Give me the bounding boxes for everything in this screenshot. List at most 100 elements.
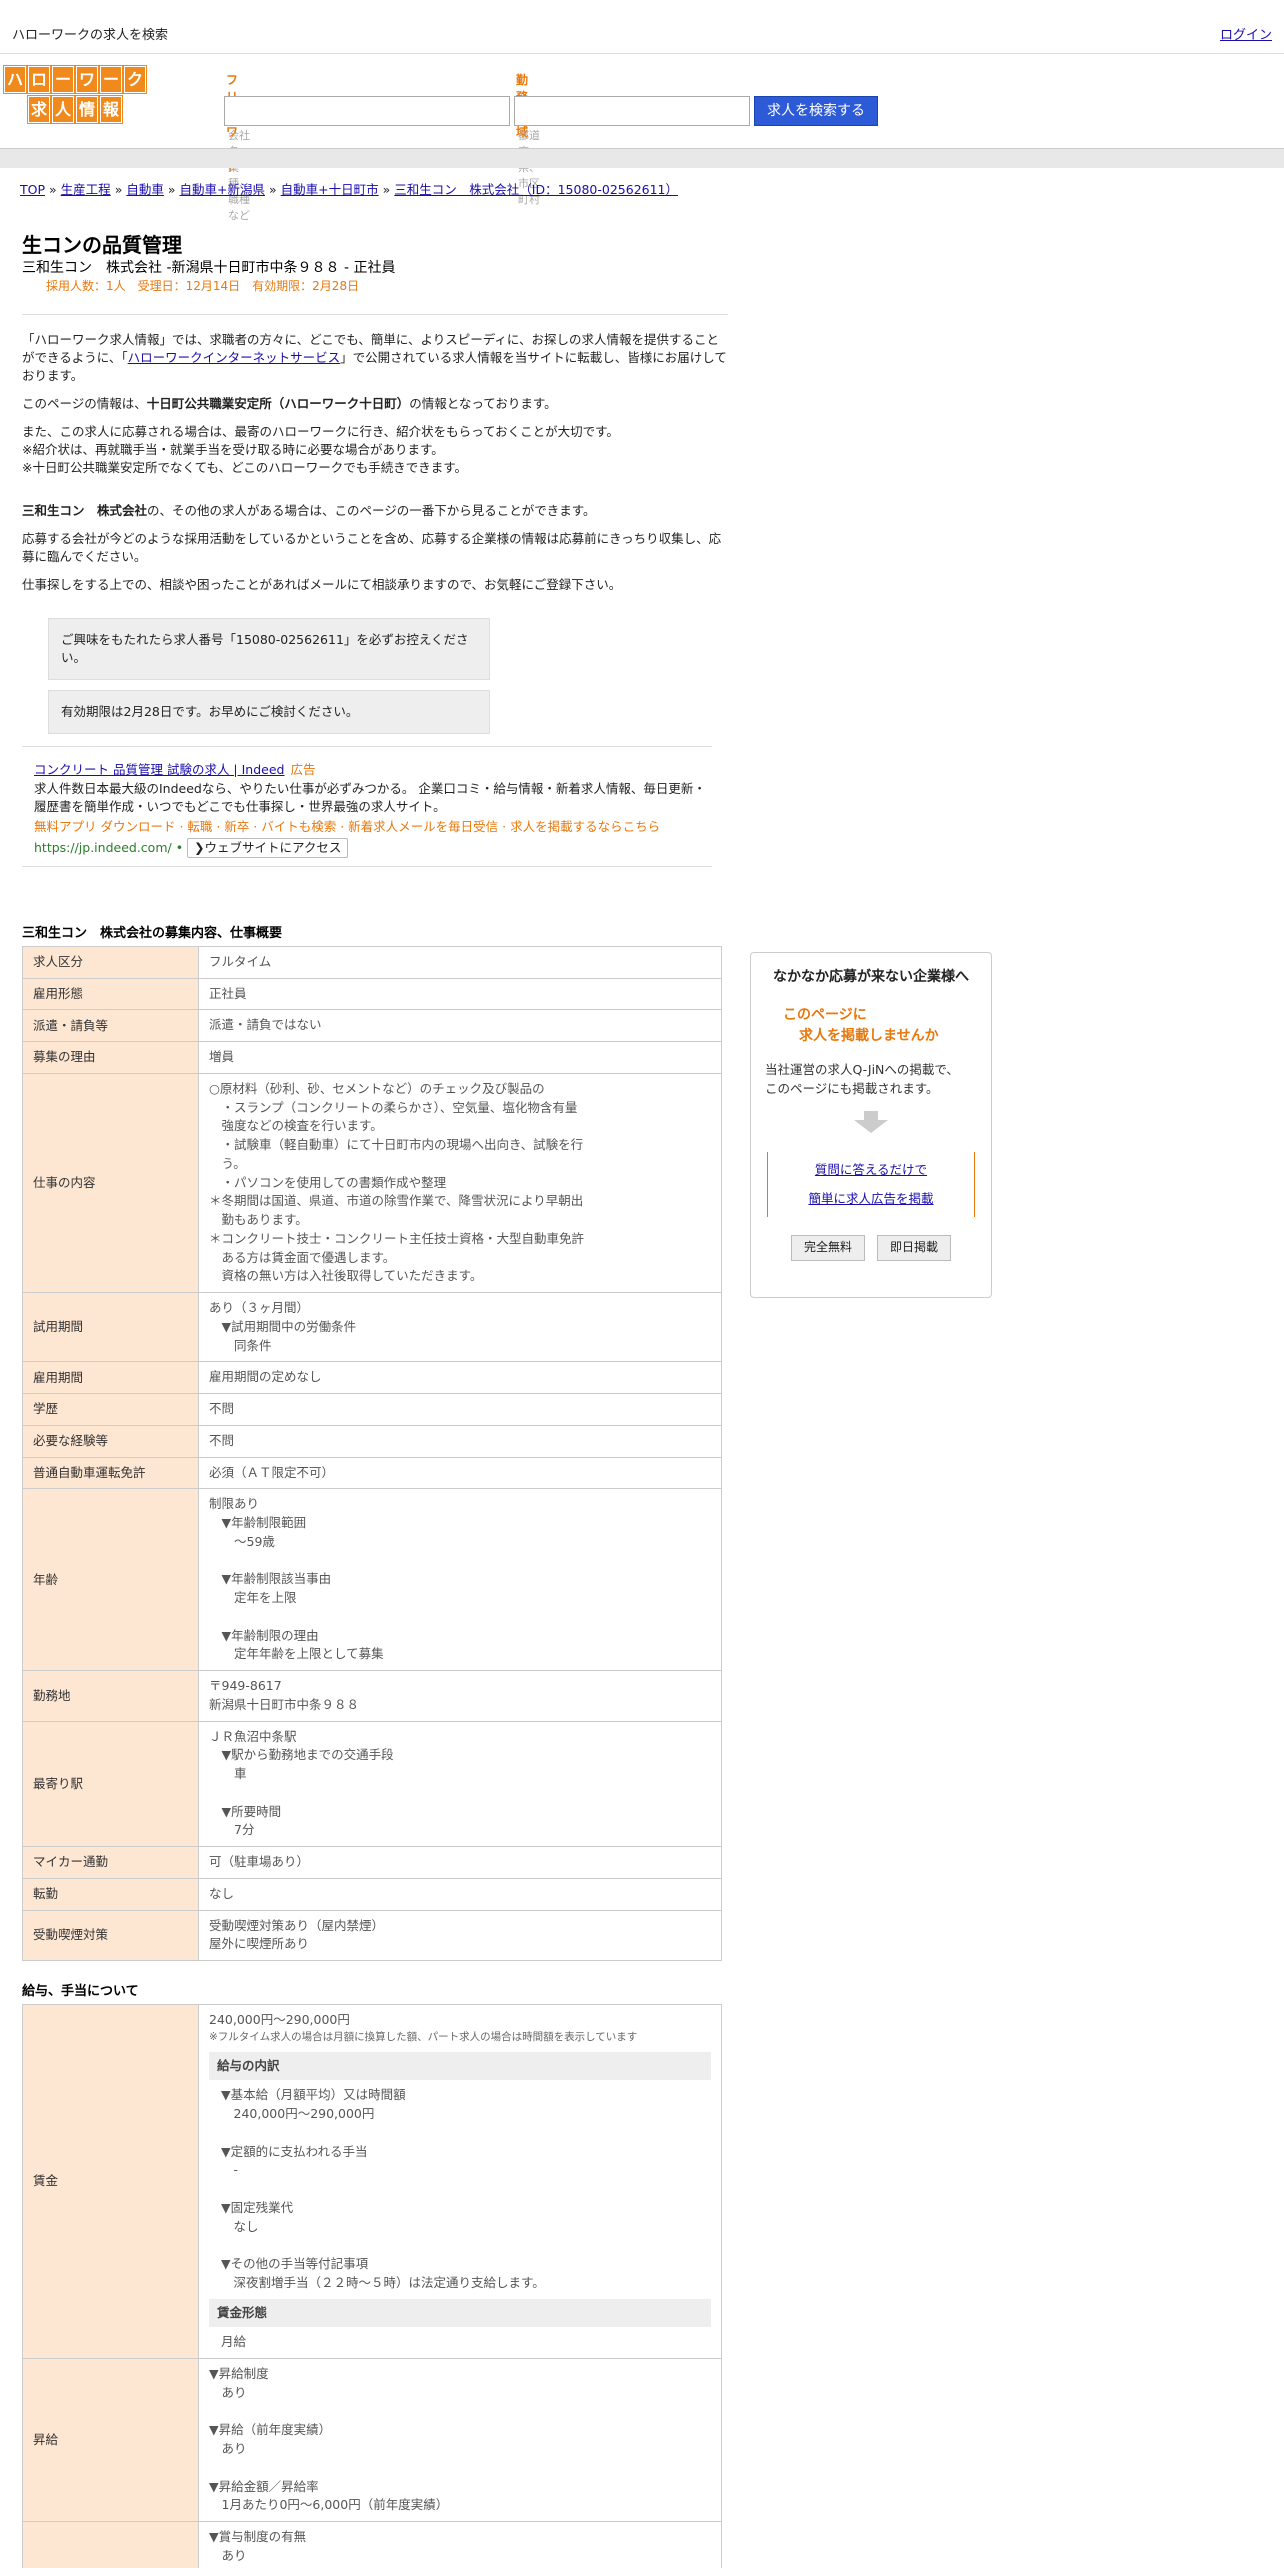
free-badge[interactable]: 完全無料	[790, 1235, 865, 1261]
text-line: ある方は賃金面で優遇します。	[209, 1249, 396, 1265]
answer-questions-link[interactable]: 質問に答えるだけで	[815, 1162, 927, 1177]
hellowork-internet-link[interactable]: ハローワークインターネットサービス	[128, 350, 341, 365]
keyword-input[interactable]	[224, 96, 510, 126]
area-input[interactable]	[514, 96, 750, 126]
logo-char: ワ	[76, 66, 98, 93]
post-ad-link[interactable]: 簡単に求人広告を掲載	[808, 1191, 933, 1206]
breadcrumb-prefecture[interactable]: 自動車+新潟県	[180, 182, 265, 197]
text-line: ▼年齢制限該当事由	[209, 1571, 332, 1587]
login-link[interactable]: ログイン	[1220, 27, 1272, 46]
text-line: なし	[221, 2218, 259, 2234]
table-row: 学歴 不問	[22, 1393, 722, 1426]
company-line: 三和生コン 株式会社 -新潟県十日町市中条９８８ - 正社員	[22, 260, 396, 276]
intro-text: 「ハローワーク求人情報」では、求職者の方々に、どこでも、簡単に、よりスピーディに…	[22, 331, 728, 594]
text-line: 〒949-8617	[209, 1678, 282, 1694]
text-line	[209, 1608, 711, 1627]
table-row: 昇給 ▼昇給制度 あり ▼昇給（前年度実績） あり ▼昇給金額／昇給率 1月あたり0円…	[22, 2358, 722, 2522]
salary-form: 月給	[221, 2334, 247, 2350]
text-line: 1月あたり0円〜6,000円（前年度実績）	[209, 2497, 449, 2513]
table-row: 雇用期間 雇用期間の定めなし	[22, 1361, 722, 1395]
text-line: ▼昇給（前年度実績）	[209, 2422, 332, 2438]
text-line: 受動喫煙対策あり（屋内禁煙）	[209, 1917, 385, 1933]
table-row: 賃金 240,000円〜290,000円 ※フルタイム求人の場合は月額に換算した…	[22, 2004, 722, 2359]
breadcrumb-city[interactable]: 自動車+十日町市	[281, 182, 379, 197]
table-row: 雇用形態 正社員	[22, 977, 722, 1011]
text-line	[209, 2459, 711, 2478]
ad-tag: 広告	[290, 762, 316, 778]
employer-ad-links: 質問に答えるだけで 簡単に求人広告を掲載	[767, 1151, 975, 1218]
text-line: 新潟県十日町市中条９８８	[209, 1696, 360, 1712]
breadcrumb-company[interactable]: 三和生コン 株式会社（ID：15080-02562611）	[394, 182, 678, 197]
text-line: ▼基本給（月額平均）又は時間額	[221, 2087, 406, 2103]
ad-sitelinks[interactable]: 無料アプリ ダウンロード · 転職 · 新卒 · バイトも検索 · 新着求人メー…	[34, 818, 714, 836]
ad-url[interactable]: https://jp.indeed.com/	[34, 840, 172, 855]
ad-description: 求人件数日本最大級のIndeedなら、やりたい仕事が必ずみつかる。 企業口コミ・…	[34, 780, 706, 814]
text-line: 7分	[209, 1822, 255, 1838]
same-day-badge[interactable]: 即日掲載	[877, 1235, 952, 1261]
top-bar: ハローワークの求人を検索 ログイン	[0, 0, 1284, 54]
job-meta: 採用人数：1人 受理日：12月14日 有効期限：2月28日	[46, 279, 360, 294]
text-line: 勤もあります。	[209, 1212, 308, 1228]
text-line: 資格の無い方は入社後取得していただきます。	[209, 1268, 483, 1284]
text-line: ▼駅から勤務地までの交通手段	[209, 1747, 394, 1763]
ad-visit-button[interactable]: ❯ウェブサイトにアクセス	[187, 837, 349, 859]
employer-ad-buttons: 完全無料 即日掲載	[751, 1235, 991, 1261]
text-line	[221, 2124, 711, 2143]
employer-ad-desc: 当社運営の求人Q-JiNへの掲載で、 このページにも掲載されます。	[765, 1061, 959, 1097]
text-line: あり	[209, 2384, 247, 2400]
employer-ad-heading: なかなか応募が来ない企業様へ	[773, 969, 969, 985]
logo-char: 情	[76, 96, 98, 123]
text-line	[221, 2180, 711, 2199]
table-row: 転勤 なし	[22, 1877, 722, 1911]
text-line: ▼試用期間中の労働条件	[209, 1318, 357, 1334]
text-line: 深夜割増手当（２２時〜５時）は法定通り支給します。	[221, 2274, 545, 2290]
table-row: 勤務地 〒949-8617 新潟県十日町市中条９８８	[22, 1670, 722, 1722]
table-row: マイカー通勤 可（駐車場あり）	[22, 1846, 722, 1879]
text-line: ▼賞与制度の有無	[209, 2529, 307, 2544]
text-line	[209, 2403, 711, 2422]
text-line: ▼昇給制度	[209, 2366, 269, 2381]
divider	[22, 313, 728, 315]
logo-char: 報	[100, 96, 122, 123]
text-line: ・試験車（軽自動車）にて十日町市内の現場へ出向き、試験を行	[209, 1137, 584, 1153]
intro-p2: このページの情報は、十日町公共職業安定所（ハローワーク十日町）の情報となっており…	[22, 396, 557, 412]
text-line: -	[221, 2162, 239, 2178]
text-line: あり	[209, 2441, 247, 2456]
table-row: 賞与▼賞与制度の有無 あり▼賞与（前年度実績）の有無 あり▼賞与（前年度実績）の…	[22, 2521, 722, 2568]
table-row: 求人区分 フルタイム	[22, 945, 722, 979]
text-line: 制限あり	[209, 1496, 260, 1512]
breadcrumb-top[interactable]: TOP	[20, 182, 45, 197]
text-line: 240,000円〜290,000円	[221, 2106, 375, 2121]
search-button[interactable]: 求人を検索する	[754, 96, 878, 126]
ad-link[interactable]: コンクリート 品質管理 試験の求人 | Indeed	[34, 762, 284, 777]
logo-char: ハ	[4, 66, 26, 93]
breadcrumb-industry[interactable]: 自動車	[126, 182, 164, 197]
text-line: 強度などの検査を行います。	[209, 1118, 383, 1134]
text-line: ＪＲ魚沼中条駅	[209, 1728, 297, 1744]
text-line: ▼固定残業代	[221, 2199, 294, 2215]
text-line: 同条件	[209, 1337, 272, 1353]
site-title: ハローワークの求人を検索	[12, 28, 169, 43]
ad-divider	[22, 746, 712, 748]
text-line: 屋外に喫煙所あり	[209, 1936, 310, 1952]
expiry-note: 有効期限は2月28日です。お早めにご検討ください。	[48, 690, 490, 735]
text-line: ○原材料（砂利、砂、セメントなど）のチェック及び製品の	[209, 1080, 545, 1096]
text-line: ・パソコンを使用しての書類作成や整理	[209, 1174, 447, 1190]
intro-p5: 応募する会社が今どのような採用活動をしているかということを含め、応募する企業様の…	[22, 530, 722, 564]
recruitment-table: 求人区分 フルタイム 雇用形態 正社員 派遣・請負等 派遣・請負ではない 募集の理由増…	[22, 945, 722, 1962]
text-line: あり（３ヶ月間）	[209, 1300, 310, 1316]
text-line	[209, 1784, 711, 1803]
text-line: ＊冬期間は国道、県道、市道の除雪作業で、降雪状況により早朝出	[209, 1193, 584, 1209]
intro-p6: 仕事探しをする上での、相談や困ったことがあればメールにて相談承りますので、お気軽…	[22, 576, 622, 592]
indeed-ad: コンクリート 品質管理 試験の求人 | Indeed 広告 求人件数日本最大級のI…	[34, 761, 714, 859]
divider-band	[0, 148, 1284, 168]
job-title: 生コンの品質管理	[22, 233, 182, 257]
table-row: 派遣・請負等 派遣・請負ではない	[22, 1009, 722, 1043]
logo-char: 求	[28, 96, 50, 123]
intro-p3: また、この求人に応募される場合は、最寄のハローワークに行き、紹介状をもらっておく…	[22, 424, 619, 476]
hellowork-logo[interactable]: ハ ロ ー ワ ー ク 求 人 情 報	[4, 66, 180, 124]
text-line: あり	[209, 2547, 247, 2563]
breadcrumb: TOP» 生産工程» 自動車» 自動車+新潟県» 自動車+十日町市» 三和生コン 株式会社…	[20, 182, 679, 197]
breadcrumb-category[interactable]: 生産工程	[61, 182, 111, 197]
table-row: 必要な経験等 不問	[22, 1424, 722, 1458]
